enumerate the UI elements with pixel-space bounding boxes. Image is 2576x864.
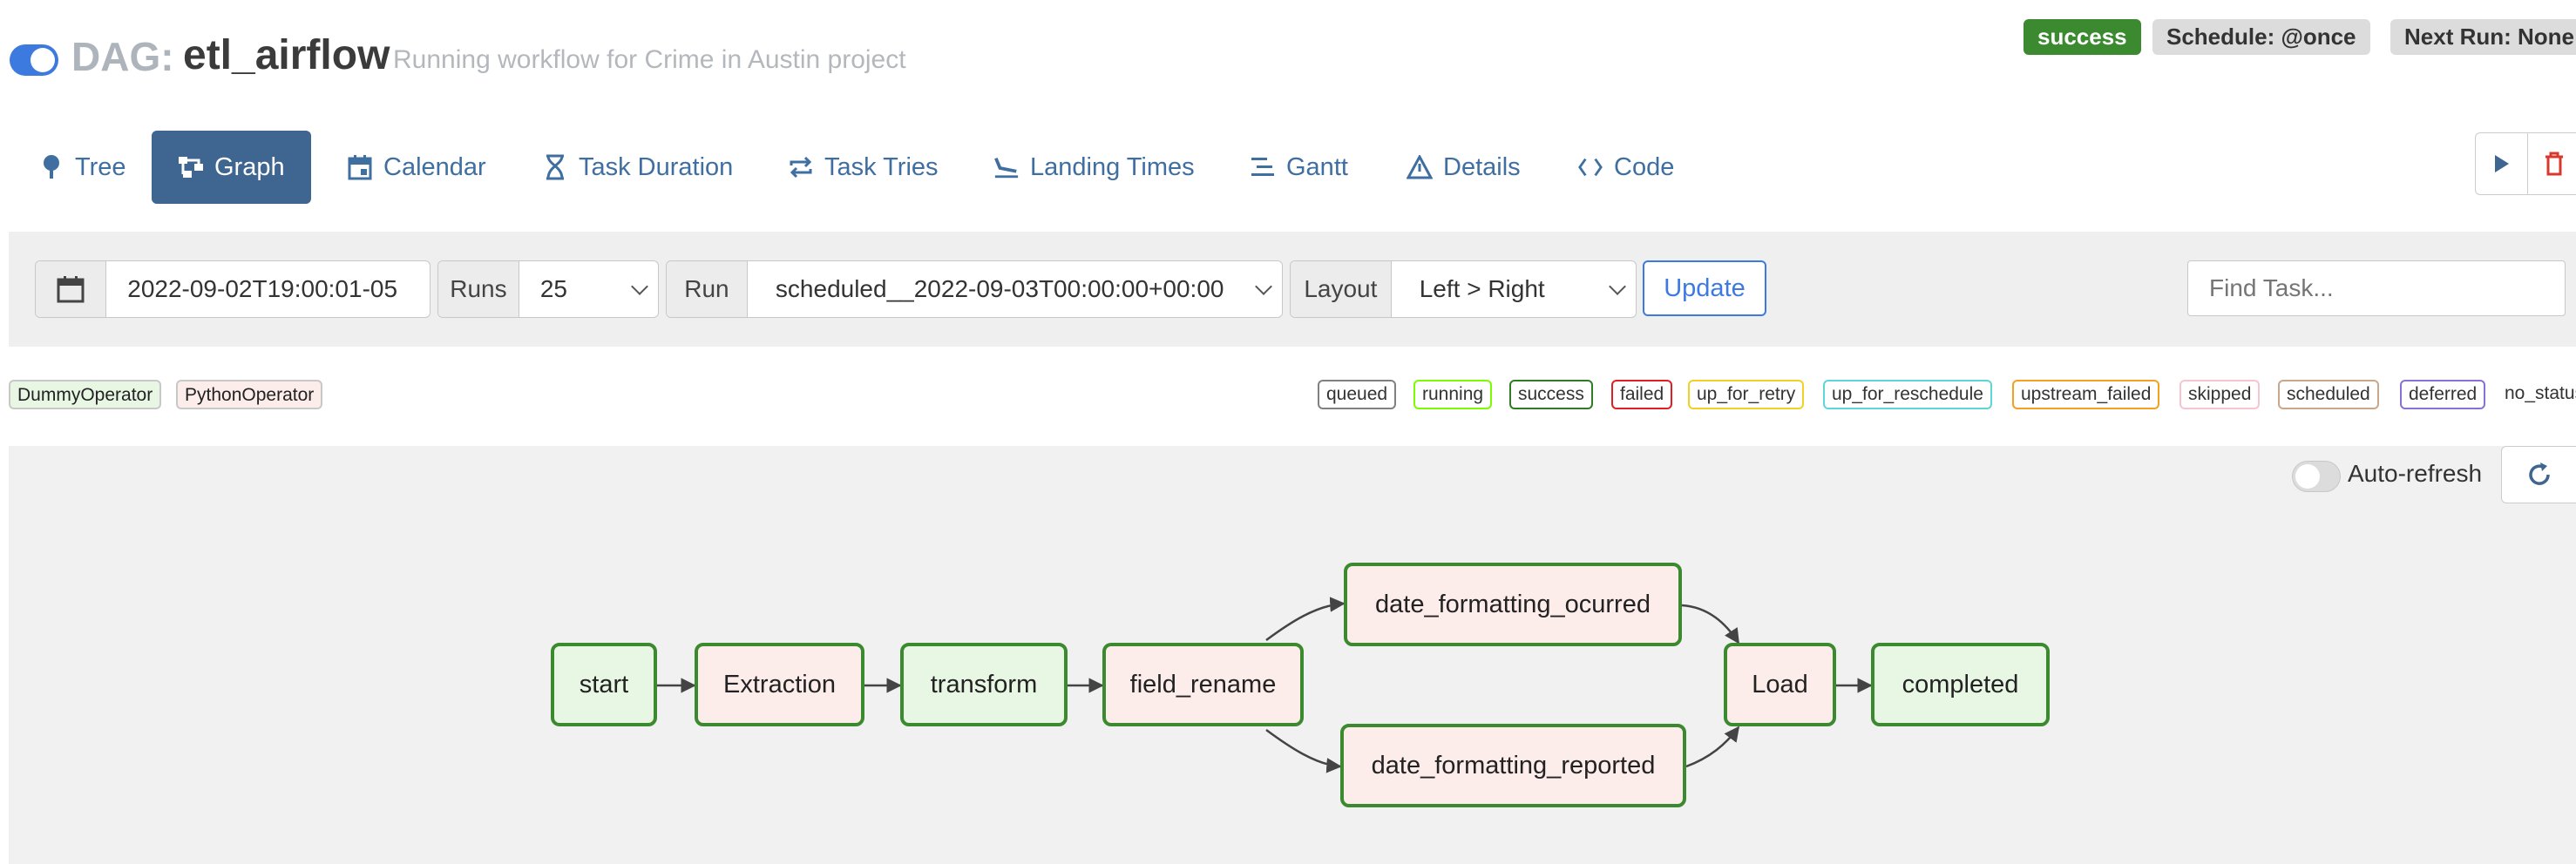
edge-field-rename-date-ocurred [1265, 597, 1346, 642]
task-node-extraction[interactable]: Extraction [695, 643, 864, 726]
task-node-load[interactable]: Load [1724, 643, 1836, 726]
task-node-field-rename[interactable]: field_rename [1102, 643, 1304, 726]
task-node-date-formatting-ocurred[interactable]: date_formatting_ocurred [1344, 563, 1682, 646]
task-node-start[interactable]: start [551, 643, 657, 726]
edge-date-reported-load [1685, 726, 1740, 768]
task-node-date-formatting-reported[interactable]: date_formatting_reported [1340, 724, 1686, 807]
edge-field-rename-date-reported [1265, 728, 1342, 773]
graph-edges [657, 597, 1873, 773]
task-node-transform[interactable]: transform [900, 643, 1068, 726]
task-node-completed[interactable]: completed [1871, 643, 2050, 726]
edge-date-ocurred-load [1681, 604, 1740, 645]
